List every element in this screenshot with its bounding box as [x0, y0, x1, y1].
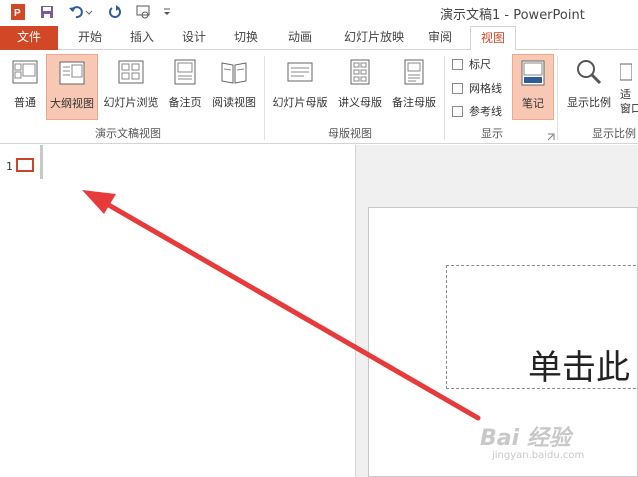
outline-selection-bar — [40, 145, 43, 179]
handout-master-button[interactable]: 讲义母版 — [334, 54, 386, 120]
handout-master-label: 讲义母版 — [338, 96, 382, 109]
reading-view-icon — [219, 56, 249, 88]
ruler-checkbox-box[interactable] — [452, 58, 463, 70]
tab-view[interactable]: 视图 — [470, 26, 516, 51]
ribbon-tab-bar: 文件 开始 插入 设计 切换 动画 幻灯片放映 审阅 视图 — [0, 26, 638, 51]
reading-view-label: 阅读视图 — [212, 96, 256, 109]
guides-label: 参考线 — [469, 105, 502, 118]
slide-master-icon — [285, 56, 315, 88]
group-separator — [444, 56, 445, 140]
outline-view-label: 大纲视图 — [50, 97, 94, 110]
notes-page-icon — [170, 56, 200, 88]
show-dialog-launcher-icon[interactable] — [547, 130, 555, 144]
slide-icon[interactable] — [16, 158, 34, 172]
notes-label: 笔记 — [522, 97, 544, 110]
fit-to-window-icon — [620, 56, 638, 88]
zoom-group-label: 显示比例 — [592, 127, 636, 140]
tab-home[interactable]: 开始 — [70, 26, 110, 50]
magnifier-icon — [574, 56, 604, 88]
tab-design[interactable]: 设计 — [174, 26, 214, 50]
outline-view-icon — [57, 57, 87, 89]
ribbon: 普通 大纲视图 幻灯片浏览 备注页 阅读视图 演示文稿视图 幻灯片母版 讲义母版… — [0, 50, 638, 144]
normal-view-button[interactable]: 普通 — [6, 54, 44, 120]
master-views-group-label: 母版视图 — [328, 127, 372, 140]
notes-master-button[interactable]: 备注母版 — [388, 54, 440, 120]
zoom-label: 显示比例 — [567, 96, 611, 109]
notes-master-label: 备注母版 — [392, 96, 436, 109]
notes-button[interactable]: 笔记 — [512, 54, 554, 120]
normal-view-icon — [10, 56, 40, 88]
tab-transitions[interactable]: 切换 — [226, 26, 266, 50]
handout-master-icon — [345, 56, 375, 88]
slide-sorter-button[interactable]: 幻灯片浏览 — [100, 54, 162, 120]
window-title: 演示文稿1 - PowerPoint — [440, 8, 585, 23]
repeat-icon[interactable] — [106, 2, 124, 22]
customize-qat-icon[interactable] — [160, 2, 174, 22]
slide-sorter-label: 幻灯片浏览 — [103, 96, 159, 109]
notes-icon — [518, 57, 548, 89]
gridlines-label: 网格线 — [469, 82, 502, 95]
notes-page-label: 备注页 — [168, 96, 202, 109]
touch-mode-icon[interactable] — [134, 2, 154, 22]
save-icon[interactable] — [38, 2, 56, 22]
guides-checkbox[interactable]: 参考线 — [452, 103, 502, 119]
baidu-watermark: Bai 经验 — [480, 426, 571, 451]
normal-view-label: 普通 — [14, 96, 36, 109]
powerpoint-app-icon[interactable]: P — [8, 2, 28, 22]
reading-view-button[interactable]: 阅读视图 — [208, 54, 260, 120]
baidu-watermark-url: jingyan.baidu.com — [492, 450, 585, 461]
tab-slideshow[interactable]: 幻灯片放映 — [336, 26, 412, 50]
fit-to-window-button[interactable]: 适 窗口 — [620, 54, 638, 120]
presentation-views-group-label: 演示文稿视图 — [95, 127, 161, 140]
group-separator — [557, 56, 558, 140]
notes-page-button[interactable]: 备注页 — [164, 54, 206, 120]
title-placeholder-text: 单击此 — [528, 348, 630, 388]
tab-animations[interactable]: 动画 — [280, 26, 320, 50]
svg-text:P: P — [14, 8, 21, 19]
title-bar: P 演示文稿1 - PowerPoint — [0, 0, 638, 26]
ruler-label: 标尺 — [469, 58, 491, 71]
guides-checkbox-box[interactable] — [452, 105, 463, 117]
outline-pane[interactable] — [0, 145, 355, 477]
tab-review[interactable]: 审阅 — [420, 26, 460, 50]
undo-icon[interactable] — [66, 2, 96, 22]
slide-sorter-icon — [116, 56, 146, 88]
fit-to-window-label: 适 窗口 — [620, 88, 638, 115]
gridlines-checkbox-box[interactable] — [452, 82, 463, 94]
group-separator — [264, 56, 265, 140]
tab-insert[interactable]: 插入 — [122, 26, 162, 50]
ruler-checkbox[interactable]: 标尺 — [452, 56, 491, 72]
zoom-button[interactable]: 显示比例 — [562, 54, 616, 120]
slide-master-label: 幻灯片母版 — [272, 96, 328, 109]
outline-view-button[interactable]: 大纲视图 — [46, 54, 98, 120]
show-group-label: 显示 — [481, 127, 503, 140]
tab-file[interactable]: 文件 — [0, 26, 58, 50]
notes-master-icon — [399, 56, 429, 88]
slide-master-button[interactable]: 幻灯片母版 — [268, 54, 332, 120]
slide-number: 1 — [6, 160, 13, 173]
gridlines-checkbox[interactable]: 网格线 — [452, 80, 502, 96]
